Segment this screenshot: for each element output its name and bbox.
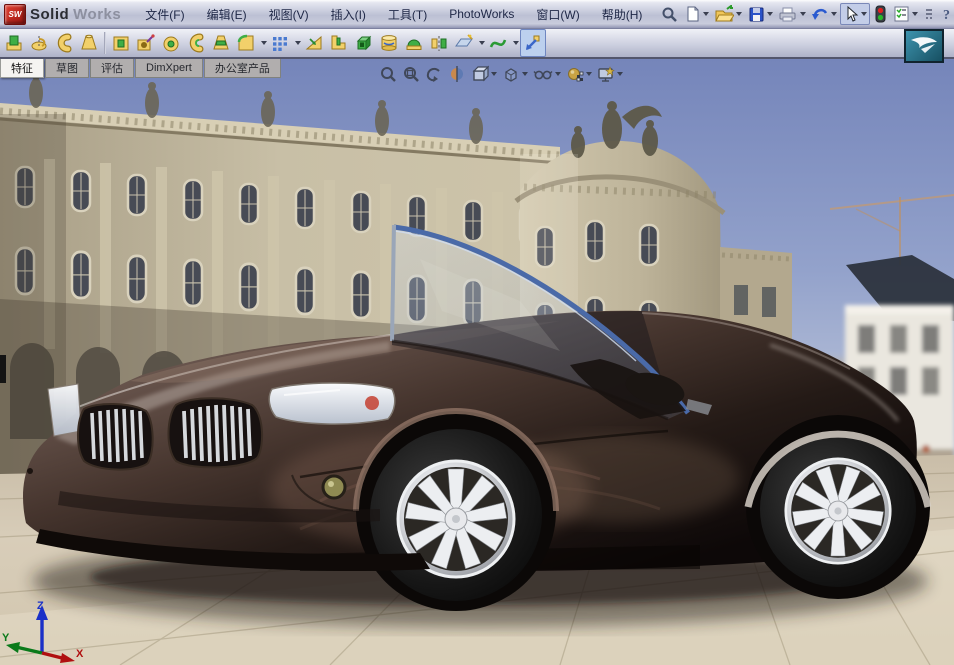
- swept-boss-icon[interactable]: [52, 30, 76, 56]
- zoom-to-fit-icon[interactable]: [378, 64, 398, 84]
- triad-x-label: X: [76, 648, 84, 660]
- curves-icon[interactable]: [486, 30, 510, 56]
- swept-cut-icon[interactable]: [184, 30, 208, 56]
- solidworks-cube-icon: SW: [4, 3, 26, 25]
- title-bar: SW Solid Works 文件(F) 编辑(E) 视图(V) 插入(I) 工具…: [0, 0, 954, 29]
- graphics-area[interactable]: 特征 草图 评估 DimXpert 办公室产品 Z Y X: [0, 59, 954, 665]
- standard-toolbar: ?: [658, 3, 954, 25]
- tab-dimxpert[interactable]: DimXpert: [135, 59, 203, 78]
- hide-show-items-icon[interactable]: [532, 64, 562, 84]
- menu-edit[interactable]: 编辑(E): [197, 2, 257, 27]
- revolved-boss-icon[interactable]: [27, 30, 51, 56]
- fillet-icon[interactable]: [234, 30, 258, 56]
- menu-view[interactable]: 视图(V): [259, 2, 319, 27]
- instant3d-icon[interactable]: [520, 29, 546, 57]
- toolbar-separator: [104, 32, 106, 54]
- logo-text-works: Works: [73, 5, 122, 23]
- open-button[interactable]: [712, 4, 744, 24]
- svg-text:?: ?: [943, 8, 950, 23]
- options-button[interactable]: [890, 4, 920, 24]
- previous-view-icon[interactable]: [424, 64, 444, 84]
- toolbar-overflow-icon[interactable]: [921, 4, 937, 24]
- rib-icon[interactable]: [327, 30, 351, 56]
- fillet-dropdown[interactable]: [261, 41, 267, 45]
- undo-button[interactable]: [809, 4, 839, 24]
- extruded-boss-icon[interactable]: [2, 30, 26, 56]
- new-document-button[interactable]: [681, 4, 711, 24]
- rendered-scene: [0, 59, 954, 665]
- extruded-cut-icon[interactable]: [109, 30, 133, 56]
- zoom-to-area-icon[interactable]: [401, 64, 421, 84]
- hole-wizard-icon[interactable]: [134, 30, 158, 56]
- menu-window[interactable]: 窗口(W): [526, 2, 589, 27]
- view-orientation-icon[interactable]: [470, 64, 498, 84]
- section-view-icon[interactable]: [447, 64, 467, 84]
- display-style-icon[interactable]: [501, 64, 529, 84]
- menu-file[interactable]: 文件(F): [135, 2, 194, 27]
- wrap-icon[interactable]: [377, 30, 401, 56]
- menu-tools[interactable]: 工具(T): [378, 2, 437, 27]
- menu-photoworks[interactable]: PhotoWorks: [439, 3, 524, 25]
- menu-insert[interactable]: 插入(I): [321, 2, 376, 27]
- linear-pattern-icon[interactable]: [268, 30, 292, 56]
- shell-icon[interactable]: [352, 30, 376, 56]
- lofted-cut-icon[interactable]: [209, 30, 233, 56]
- draft-icon[interactable]: [302, 30, 326, 56]
- reference-triad: Z Y X: [2, 600, 84, 663]
- task-pane-button[interactable]: [904, 29, 944, 63]
- tab-office-products[interactable]: 办公室产品: [203, 59, 281, 78]
- revolved-cut-icon[interactable]: [159, 30, 183, 56]
- triad-y-label: Y: [2, 632, 10, 644]
- lofted-boss-icon[interactable]: [77, 30, 101, 56]
- tab-sketch[interactable]: 草图: [45, 59, 89, 78]
- reference-geometry-icon[interactable]: [452, 30, 476, 56]
- features-toolbar: [0, 29, 954, 63]
- search-icon[interactable]: [658, 4, 680, 24]
- command-manager-tabs: 特征 草图 评估 DimXpert 办公室产品: [0, 59, 282, 78]
- help-button[interactable]: ?: [938, 4, 954, 24]
- select-cursor-button[interactable]: [840, 3, 871, 25]
- heads-up-view-toolbar: [378, 64, 624, 84]
- tab-features[interactable]: 特征: [0, 59, 44, 78]
- solidworks-swoosh-icon: [911, 37, 937, 53]
- apply-scene-icon[interactable]: [565, 64, 593, 84]
- tab-evaluate[interactable]: 评估: [90, 59, 134, 78]
- logo-text-solid: Solid: [30, 5, 70, 23]
- view-settings-icon[interactable]: [596, 64, 624, 84]
- print-button[interactable]: [776, 4, 808, 24]
- mirror-icon[interactable]: [427, 30, 451, 56]
- save-button[interactable]: [745, 4, 775, 24]
- reference-geometry-dropdown[interactable]: [479, 41, 485, 45]
- solidworks-window: { "window": { "logo_badge": "SW", "logo_…: [0, 0, 954, 665]
- rebuild-traffic-light-button[interactable]: [871, 4, 889, 24]
- linear-pattern-dropdown[interactable]: [295, 41, 301, 45]
- menu-bar: 文件(F) 编辑(E) 视图(V) 插入(I) 工具(T) PhotoWorks…: [135, 2, 652, 27]
- menu-help[interactable]: 帮助(H): [592, 2, 653, 27]
- curves-dropdown[interactable]: [513, 41, 519, 45]
- dome-icon[interactable]: [402, 30, 426, 56]
- triad-z-label: Z: [37, 600, 44, 612]
- app-logo: SW Solid Works: [0, 3, 129, 25]
